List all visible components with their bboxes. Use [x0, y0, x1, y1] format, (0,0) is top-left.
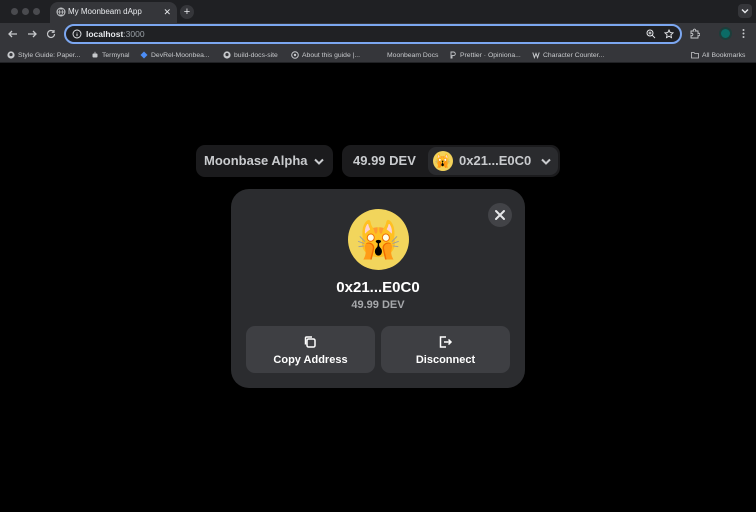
bookmarks-bar: Style Guide: Paper... Termynal DevRel-Mo…: [0, 47, 756, 63]
profile-avatar[interactable]: [719, 27, 732, 40]
copy-icon: [304, 336, 316, 348]
all-bookmarks-button[interactable]: All Bookmarks: [691, 50, 745, 60]
chevron-down-icon: [314, 158, 324, 165]
bookmark-label: build-docs-site: [234, 51, 278, 59]
page-content: Moonbase Alpha 49.99 DEV 🙀 0x21...E0C0 �: [0, 64, 756, 512]
account-modal: 🙀 0x21...E0C0 49.99 DEV Copy Address Dis…: [231, 189, 525, 388]
chevron-down-icon: [741, 9, 749, 14]
globe-icon: [291, 51, 299, 59]
window-close-dot[interactable]: [11, 8, 18, 15]
browser-toolbar: localhost:3000: [0, 23, 756, 47]
address-bar[interactable]: localhost:3000: [64, 24, 682, 44]
blank-icon: [376, 51, 384, 59]
url-text: localhost:3000: [86, 29, 145, 39]
close-icon: [495, 210, 505, 220]
bookmark-item[interactable]: DevRel-Moonbea...: [140, 50, 210, 60]
network-selector-button[interactable]: Moonbase Alpha: [196, 145, 333, 177]
bookmark-item[interactable]: About this guide |...: [291, 50, 360, 60]
browser-tab[interactable]: My Moonbeam dApp ✕: [50, 2, 177, 23]
window-zoom-dot[interactable]: [33, 8, 40, 15]
modal-close-button[interactable]: [488, 203, 512, 227]
logout-icon: [439, 336, 453, 348]
bookmark-item[interactable]: Termynal: [91, 50, 130, 60]
browser-window: My Moonbeam dApp ✕ + localhost:3000 Styl…: [0, 0, 756, 512]
star-bookmark-icon[interactable]: [664, 29, 674, 39]
url-host: localhost: [86, 29, 124, 39]
copy-address-label: Copy Address: [273, 354, 348, 366]
tab-search-button[interactable]: [738, 4, 752, 18]
globe-icon: [56, 7, 66, 17]
w-icon: [532, 52, 540, 59]
robot-icon: [92, 51, 98, 58]
jira-icon: [140, 51, 148, 59]
prettier-icon: [450, 51, 456, 59]
tab-strip: My Moonbeam dApp ✕ +: [0, 0, 756, 23]
more-menu-icon[interactable]: [738, 28, 749, 39]
tab-close-icon[interactable]: ✕: [163, 6, 171, 18]
avatar: 🙀: [348, 209, 409, 270]
chevron-down-icon: [541, 158, 551, 165]
account-button[interactable]: 49.99 DEV 🙀 0x21...E0C0: [342, 145, 560, 177]
bookmark-item[interactable]: Moonbeam Docs: [376, 50, 438, 60]
github-icon: [223, 51, 231, 59]
network-label: Moonbase Alpha: [204, 153, 308, 168]
bookmark-item[interactable]: Character Counter...: [532, 50, 604, 60]
bookmark-label: Termynal: [102, 51, 130, 59]
account-address: 0x21...E0C0: [459, 153, 532, 168]
disconnect-label: Disconnect: [415, 354, 476, 366]
bookmark-item[interactable]: Prettier · Opiniona...: [449, 50, 521, 60]
new-tab-button[interactable]: +: [180, 5, 194, 19]
tab-title: My Moonbeam dApp: [68, 7, 142, 16]
balance-label: 49.99 DEV: [353, 153, 416, 168]
back-arrow-icon[interactable]: [6, 27, 20, 41]
forward-arrow-icon[interactable]: [25, 27, 39, 41]
bookmark-label: Style Guide: Paper...: [18, 51, 81, 59]
github-icon: [7, 51, 15, 59]
zoom-icon[interactable]: [646, 29, 656, 39]
modal-address: 0x21...E0C0: [336, 279, 420, 296]
url-port: :3000: [123, 29, 145, 39]
modal-balance: 49.99 DEV: [351, 299, 405, 311]
window-minimize-dot[interactable]: [22, 8, 29, 15]
disconnect-button[interactable]: Disconnect: [381, 326, 510, 373]
bookmark-label: Prettier · Opiniona...: [460, 51, 521, 59]
site-info-icon[interactable]: [72, 29, 82, 39]
account-avatar: 🙀: [433, 151, 453, 171]
all-bookmarks-label: All Bookmarks: [702, 51, 746, 59]
bookmark-label: Moonbeam Docs: [387, 51, 439, 59]
account-chip[interactable]: 🙀 0x21...E0C0: [428, 147, 558, 175]
reload-icon[interactable]: [44, 27, 58, 41]
copy-address-button[interactable]: Copy Address: [246, 326, 375, 373]
folder-icon: [691, 52, 699, 59]
bookmark-label: Character Counter...: [543, 51, 605, 59]
bookmark-item[interactable]: Style Guide: Paper...: [7, 50, 80, 60]
bookmark-label: DevRel-Moonbea...: [151, 51, 210, 59]
bookmark-label: About this guide |...: [302, 51, 361, 59]
bookmark-item[interactable]: build-docs-site: [223, 50, 278, 60]
extensions-icon[interactable]: [689, 28, 700, 39]
